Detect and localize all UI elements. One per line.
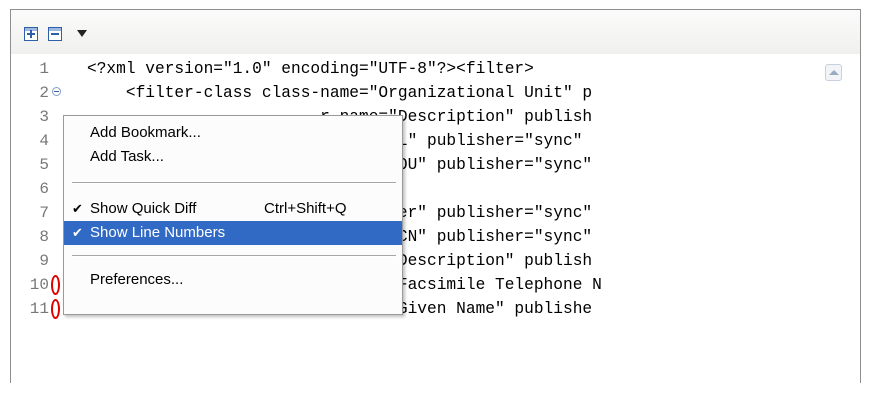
line-number: 3: [39, 108, 49, 126]
editor-toolbar: [11, 10, 860, 54]
line-number: 7: [39, 204, 49, 222]
line-number: 1: [39, 60, 49, 78]
line-number: 10: [29, 276, 49, 294]
menu-separator: [72, 182, 396, 184]
view-menu-dropdown-icon[interactable]: [77, 30, 87, 37]
line-number: 6: [39, 180, 49, 198]
menu-item-shortcut: Ctrl+Shift+Q: [264, 200, 347, 217]
fold-collapse-icon[interactable]: [52, 87, 61, 96]
menu-item-add-bookmark[interactable]: Add Bookmark...: [64, 121, 402, 145]
code-text[interactable]: <?xml version="1.0" encoding="UTF-8"?><f…: [87, 57, 534, 81]
menu-item-label: Preferences...: [90, 271, 184, 288]
highlight-oval-annotation: [51, 299, 60, 319]
check-mark-icon: ✔: [72, 201, 83, 216]
code-line: 1 <?xml version="1.0" encoding="UTF-8"?>…: [11, 57, 860, 81]
collapse-all-icon[interactable]: [48, 27, 62, 41]
line-number: 8: [39, 228, 49, 246]
menu-item-show-quick-diff[interactable]: ✔ Show Quick Diff Ctrl+Shift+Q: [64, 197, 402, 221]
menu-item-label: Add Task...: [90, 148, 164, 165]
line-number: 2: [39, 84, 49, 102]
line-number: 4: [39, 132, 49, 150]
menu-item-add-task[interactable]: Add Task...: [64, 145, 402, 169]
menu-item-label: Add Bookmark...: [90, 124, 201, 141]
check-mark-icon: ✔: [72, 225, 83, 240]
line-number: 9: [39, 252, 49, 270]
menu-item-preferences[interactable]: Preferences...: [64, 268, 402, 292]
ruler-context-menu: Add Bookmark... Add Task... ✔ Show Quick…: [63, 115, 403, 315]
menu-item-show-line-numbers[interactable]: ✔ Show Line Numbers: [64, 221, 402, 245]
menu-item-label: Show Line Numbers: [90, 224, 226, 241]
highlight-oval-annotation: [51, 275, 60, 295]
expand-all-icon[interactable]: [24, 27, 38, 41]
menu-separator: [72, 255, 396, 257]
menu-item-label: Show Quick Diff: [90, 200, 197, 217]
line-number: 11: [29, 300, 49, 318]
code-text[interactable]: <filter-class class-name="Organizational…: [87, 81, 592, 105]
code-line: 2 <filter-class class-name="Organization…: [11, 81, 860, 105]
line-number: 5: [39, 156, 49, 174]
